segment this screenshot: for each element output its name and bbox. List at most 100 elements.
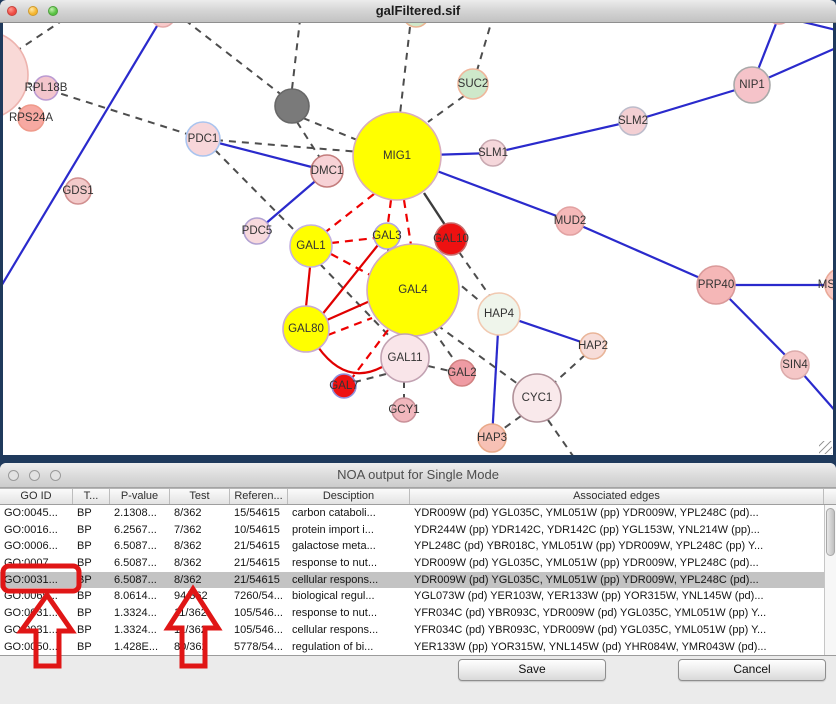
graph-edge-blue[interactable] <box>570 221 716 285</box>
cell-associated_edges[interactable]: YDR009W (pd) YGL035C, YML051W (pp) YDR00… <box>410 505 824 522</box>
graph-edge-dark[interactable] <box>424 193 447 228</box>
table-row-7[interactable]: GO:0031...BP1.3324...11/362105/546...cel… <box>0 622 836 639</box>
graph-edge-reddash[interactable] <box>323 194 374 234</box>
cell-type[interactable]: BP <box>73 555 110 572</box>
cell-go_id[interactable]: GO:0007... <box>0 555 73 572</box>
graph-edge-gray[interactable] <box>355 374 386 382</box>
cell-description[interactable]: biological regul... <box>288 588 410 605</box>
cell-type[interactable]: BP <box>73 522 110 539</box>
node-unlabeled-left[interactable] <box>3 31 28 119</box>
cell-p_value[interactable]: 6.2567... <box>110 522 170 539</box>
cell-reference[interactable]: 105/546... <box>230 605 288 622</box>
node-gray-unlabeled[interactable] <box>275 89 309 123</box>
cell-description[interactable]: protein import i... <box>288 522 410 539</box>
cell-test[interactable]: 94/362 <box>170 588 230 605</box>
cell-go_id[interactable]: GO:0006... <box>0 538 73 555</box>
graph-edge-gray[interactable] <box>553 355 585 384</box>
cell-type[interactable]: BP <box>73 572 110 589</box>
cell-type[interactable]: BP <box>73 639 110 656</box>
graph-window-titlebar[interactable]: galFiltered.sif <box>0 0 836 23</box>
graph-edge-red[interactable] <box>306 267 310 307</box>
graph-edge-gray[interactable] <box>303 118 362 142</box>
graph-edge-red[interactable] <box>318 347 382 373</box>
cell-go_id[interactable]: GO:0031... <box>0 605 73 622</box>
cell-go_id[interactable]: GO:0031... <box>0 572 73 589</box>
cell-test[interactable]: 11/362 <box>170 605 230 622</box>
table-row-5[interactable]: GO:0065...BP8.0614...94/3627260/54...bio… <box>0 588 836 605</box>
graph-edge-red[interactable] <box>327 301 370 320</box>
graph-edge-gray[interactable] <box>459 252 492 299</box>
scrollbar-thumb[interactable] <box>826 508 835 556</box>
column-header-test[interactable]: Test <box>170 489 230 504</box>
table-row-1[interactable]: GO:0016...BP6.2567...7/36210/54615protei… <box>0 522 836 539</box>
cell-reference[interactable]: 21/54615 <box>230 555 288 572</box>
table-row-3[interactable]: GO:0007...BP6.5087...8/36221/54615respon… <box>0 555 836 572</box>
cell-description[interactable]: response to nut... <box>288 605 410 622</box>
table-row-0[interactable]: GO:0045...BP2.1308...8/36215/54615carbon… <box>0 505 836 522</box>
cell-reference[interactable]: 10/54615 <box>230 522 288 539</box>
cell-p_value[interactable]: 1.3324... <box>110 622 170 639</box>
column-header-associated_edges[interactable]: Associated edges <box>410 489 824 504</box>
cell-go_id[interactable]: GO:0016... <box>0 522 73 539</box>
cell-associated_edges[interactable]: YER133W (pp) YOR315W, YNL145W (pd) YHR08… <box>410 639 824 656</box>
column-header-go_id[interactable]: GO ID <box>0 489 73 504</box>
cell-test[interactable]: 80/362 <box>170 639 230 656</box>
vertical-scrollbar[interactable] <box>824 505 836 656</box>
graph-edge-gray[interactable] <box>400 27 410 114</box>
cell-go_id[interactable]: GO:0050... <box>0 639 73 656</box>
graph-edge-gray[interactable] <box>428 96 464 122</box>
cell-associated_edges[interactable]: YFR034C (pd) YBR093C, YDR009W (pd) YGL03… <box>410 622 824 639</box>
graph-edge-reddash[interactable] <box>331 254 372 276</box>
cancel-button[interactable]: Cancel <box>678 659 826 681</box>
graph-edge-blue[interactable] <box>203 139 327 171</box>
column-header-description[interactable]: Desciption <box>288 489 410 504</box>
cell-go_id[interactable]: GO:0065... <box>0 588 73 605</box>
cell-p_value[interactable]: 6.5087... <box>110 555 170 572</box>
graph-edge-reddash[interactable] <box>328 318 372 335</box>
graph-edge-blue[interactable] <box>3 22 163 288</box>
cell-test[interactable]: 8/362 <box>170 505 230 522</box>
cell-p_value[interactable]: 6.5087... <box>110 538 170 555</box>
resize-grip-icon[interactable] <box>819 441 832 454</box>
graph-edge-blue[interactable] <box>779 22 833 30</box>
cell-associated_edges[interactable]: YFR034C (pd) YBR093C, YDR009W (pd) YGL03… <box>410 605 824 622</box>
column-header-p_value[interactable]: P-value <box>110 489 170 504</box>
network-canvas[interactable]: RPL18BRPS24AGDS1PDC1DMC1MIG1SUC2SLM1SLM2… <box>3 22 833 455</box>
cell-description[interactable]: cellular respons... <box>288 572 410 589</box>
cell-test[interactable]: 8/362 <box>170 555 230 572</box>
cell-associated_edges[interactable]: YDR009W (pd) YGL035C, YML051W (pp) YDR00… <box>410 555 824 572</box>
graph-edge-gray[interactable] <box>297 122 320 158</box>
graph-edge-gray[interactable] <box>548 420 573 455</box>
cell-reference[interactable]: 7260/54... <box>230 588 288 605</box>
cell-description[interactable]: response to nut... <box>288 555 410 572</box>
cell-type[interactable]: BP <box>73 622 110 639</box>
graph-edge-gray[interactable] <box>503 416 521 429</box>
cell-reference[interactable]: 15/54615 <box>230 505 288 522</box>
noa-window-titlebar[interactable]: NOA output for Single Mode <box>0 463 836 488</box>
cell-p_value[interactable]: 1.3324... <box>110 605 170 622</box>
graph-edge-reddash[interactable] <box>388 200 391 223</box>
cell-p_value[interactable]: 6.5087... <box>110 572 170 589</box>
cell-associated_edges[interactable]: YDR244W (pp) YDR142C, YDR142C (pp) YGL15… <box>410 522 824 539</box>
cell-test[interactable]: 8/362 <box>170 572 230 589</box>
cell-reference[interactable]: 105/546... <box>230 622 288 639</box>
cell-reference[interactable]: 21/54615 <box>230 572 288 589</box>
cell-type[interactable]: BP <box>73 588 110 605</box>
cell-test[interactable]: 7/362 <box>170 522 230 539</box>
table-row-6[interactable]: GO:0031...BP1.3324...11/362105/546...res… <box>0 605 836 622</box>
cell-type[interactable]: BP <box>73 605 110 622</box>
cell-p_value[interactable]: 2.1308... <box>110 505 170 522</box>
column-header-reference[interactable]: Referen... <box>230 489 288 504</box>
cell-description[interactable]: galactose meta... <box>288 538 410 555</box>
graph-edge-reddash[interactable] <box>331 238 375 243</box>
table-row-2[interactable]: GO:0006...BP6.5087...8/36221/54615galact… <box>0 538 836 555</box>
cell-p_value[interactable]: 8.0614... <box>110 588 170 605</box>
table-row-4[interactable]: GO:0031...BP6.5087...8/36221/54615cellul… <box>0 572 836 589</box>
cell-description[interactable]: carbon cataboli... <box>288 505 410 522</box>
cell-associated_edges[interactable]: YPL248C (pd) YBR018C, YML051W (pp) YDR00… <box>410 538 824 555</box>
graph-edge-gray[interactable] <box>185 22 283 96</box>
cell-go_id[interactable]: GO:0031... <box>0 622 73 639</box>
graph-edge-gray[interactable] <box>433 330 457 364</box>
cell-type[interactable]: BP <box>73 505 110 522</box>
column-header-type[interactable]: T... <box>73 489 110 504</box>
